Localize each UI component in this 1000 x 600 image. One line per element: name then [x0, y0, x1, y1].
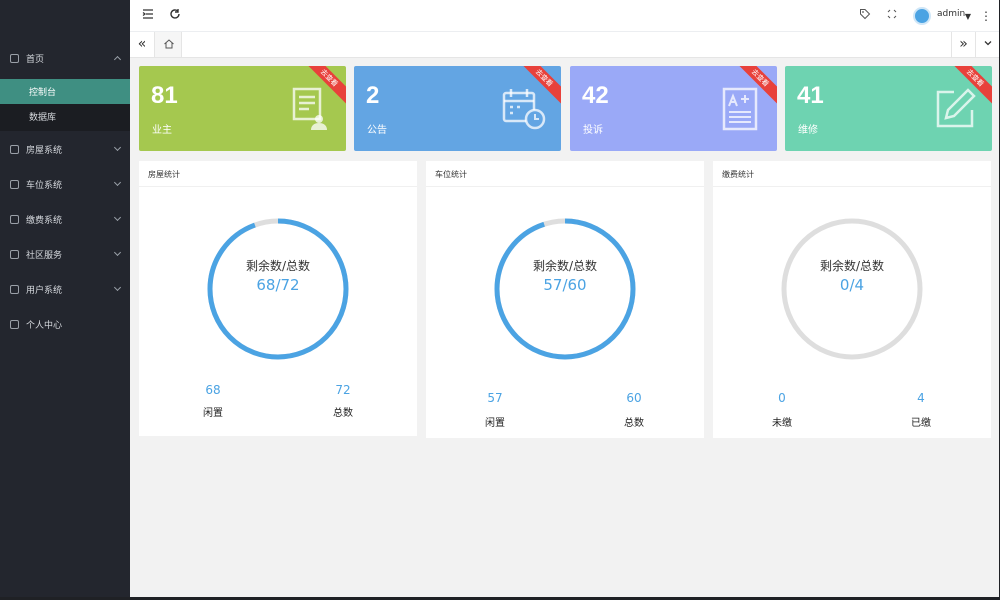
- left-label: 闲置: [485, 418, 505, 429]
- sidebar-item-community[interactable]: 社区服务: [0, 240, 130, 268]
- left-count: 0: [778, 391, 786, 405]
- tab-bar: « »: [130, 32, 999, 58]
- refresh-icon[interactable]: [167, 8, 183, 24]
- stat-card-notices[interactable]: 2 公告 去查看: [354, 66, 561, 151]
- menu-fold-icon[interactable]: [140, 8, 156, 24]
- stat-value: 81: [151, 82, 178, 109]
- pencil-square-icon: [936, 88, 976, 128]
- fullscreen-icon[interactable]: [884, 8, 900, 24]
- payment-icon: [10, 214, 19, 224]
- left-count: 57: [487, 391, 503, 405]
- chevron-down-icon: [113, 178, 122, 187]
- home-icon: [164, 39, 174, 49]
- left-label: 未缴: [772, 418, 792, 429]
- document-person-icon: [292, 87, 327, 130]
- stat-label: 投诉: [583, 125, 603, 136]
- sidebar-item-label: 车位系统: [26, 180, 63, 191]
- right-count: 4: [917, 391, 925, 405]
- stat-label: 维修: [798, 125, 818, 136]
- ring-label: 剩余数/总数: [819, 259, 885, 273]
- parking-icon: [10, 179, 19, 189]
- tab-home[interactable]: [154, 32, 182, 57]
- sidebar-subitem-console[interactable]: 控制台: [0, 79, 130, 104]
- ring-center: 剩余数/总数 57/60: [485, 257, 645, 294]
- ring-value: 57/60: [543, 276, 587, 294]
- users-icon: [10, 284, 19, 294]
- chevron-down-icon: [113, 248, 122, 257]
- community-icon: [10, 249, 19, 259]
- stat-card-repairs[interactable]: 41 维修 去查看: [785, 66, 992, 151]
- sidebar-item-parking[interactable]: 车位系统: [0, 170, 130, 198]
- sidebar-subitem-database[interactable]: 数据库: [0, 104, 130, 129]
- ring-value: 68/72: [256, 276, 300, 294]
- panel-title: 缴费统计: [713, 161, 991, 187]
- top-header: admin ▼ ⋮: [130, 0, 999, 32]
- panel-parking-stats: 车位统计 剩余数/总数 57/60 57 闲置 60 总数: [426, 161, 704, 438]
- stat-value: 41: [797, 82, 824, 109]
- right-label: 已缴: [911, 418, 931, 429]
- tab-scroll-left-icon[interactable]: «: [130, 32, 154, 57]
- right-count: 60: [626, 391, 642, 405]
- ring-center: 剩余数/总数 0/4: [772, 257, 932, 294]
- chevron-down-icon: [113, 143, 122, 152]
- home-icon: [10, 53, 19, 63]
- gear-icon: [10, 319, 19, 329]
- panel-title: 车位统计: [426, 161, 704, 187]
- left-label: 闲置: [203, 408, 223, 419]
- sidebar-item-label: 用户系统: [26, 285, 63, 296]
- stat-value: 2: [366, 82, 380, 109]
- stat-card-owners[interactable]: 81 业主 去查看: [139, 66, 346, 151]
- right-label: 总数: [333, 408, 353, 419]
- right-count: 72: [335, 383, 351, 397]
- sidebar-item-home[interactable]: 首页: [0, 44, 130, 72]
- sidebar-item-profile[interactable]: 个人中心: [0, 310, 130, 338]
- sidebar-item-label: 个人中心: [26, 320, 63, 331]
- sidebar-item-label: 房屋系统: [26, 145, 63, 156]
- panel-house-stats: 房屋统计 剩余数/总数 68/72 68 闲置 72 总数: [139, 161, 417, 436]
- sidebar-item-payment[interactable]: 缴费系统: [0, 205, 130, 233]
- document-edit-icon: [722, 87, 758, 131]
- ring-center: 剩余数/总数 68/72: [198, 257, 358, 294]
- more-icon[interactable]: ⋮: [978, 8, 994, 24]
- chevron-down-icon: [113, 213, 122, 222]
- chevron-down-icon: [113, 283, 122, 292]
- chevron-up-icon: [113, 55, 122, 64]
- house-icon: [10, 144, 19, 154]
- sidebar-item-label: 社区服务: [26, 250, 63, 261]
- ring-value: 0/4: [839, 276, 865, 294]
- calendar-clock-icon: [502, 89, 546, 130]
- tag-icon[interactable]: [857, 8, 873, 24]
- avatar[interactable]: [913, 7, 931, 25]
- sidebar-item-label: 首页: [26, 54, 45, 65]
- stat-card-complaints[interactable]: 42 投诉 去查看: [570, 66, 777, 151]
- panel-title: 房屋统计: [139, 161, 417, 187]
- chevron-down-icon[interactable]: [975, 32, 999, 57]
- sidebar-item-house[interactable]: 房屋系统: [0, 135, 130, 163]
- ring-label: 剩余数/总数: [245, 259, 311, 273]
- sidebar-item-label: 缴费系统: [26, 215, 63, 226]
- caret-down-icon[interactable]: ▼: [960, 9, 976, 25]
- tab-scroll-right-icon[interactable]: »: [951, 32, 975, 57]
- stat-label: 公告: [367, 125, 387, 136]
- left-count: 68: [205, 383, 221, 397]
- ring-label: 剩余数/总数: [532, 259, 598, 273]
- right-label: 总数: [624, 418, 644, 429]
- stat-label: 业主: [152, 125, 172, 136]
- stat-value: 42: [582, 82, 609, 109]
- panel-payment-stats: 缴费统计 剩余数/总数 0/4 0 未缴 4 已缴: [713, 161, 991, 438]
- sidebar: 首页 控制台 数据库 房屋系统 车位系统 缴费系统 社区服务 用户系统 个人中心: [0, 0, 130, 597]
- sidebar-item-users[interactable]: 用户系统: [0, 275, 130, 303]
